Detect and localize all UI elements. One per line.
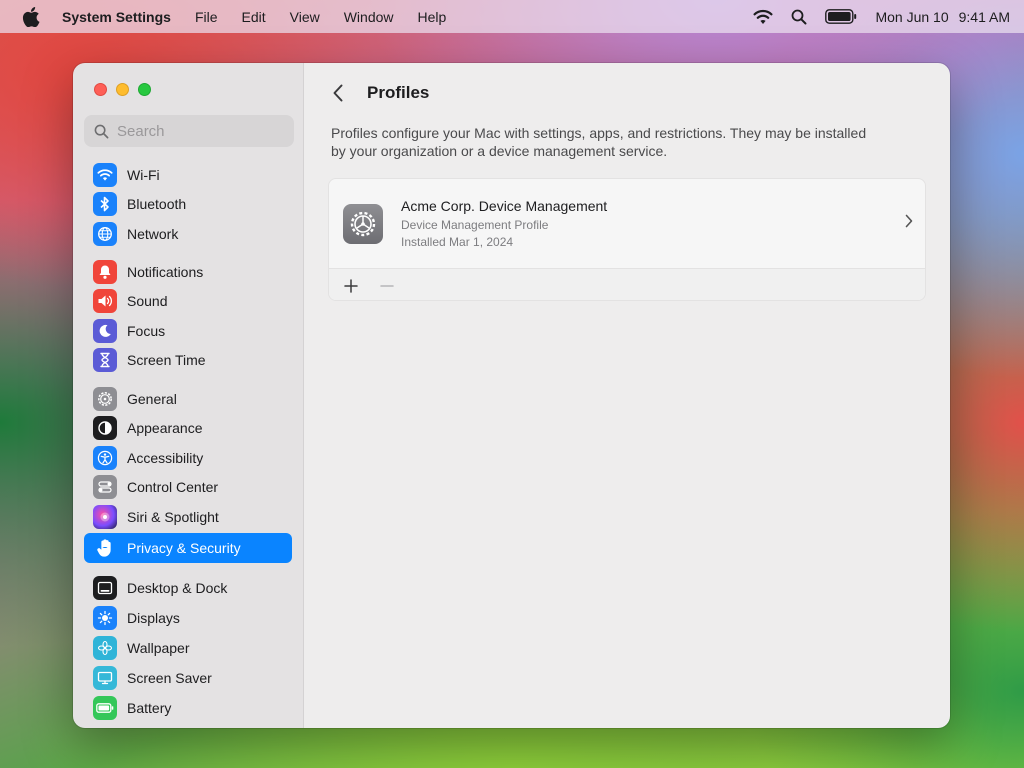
page-title: Profiles: [367, 83, 430, 102]
moon-icon: [93, 319, 117, 343]
search-field[interactable]: [84, 115, 294, 147]
menu-file[interactable]: File: [195, 9, 218, 25]
profiles-list: Acme Corp. Device Management Device Mana…: [328, 178, 926, 301]
toggles-icon: [93, 475, 117, 499]
sidebar-item-notifications[interactable]: Notifications: [84, 257, 292, 287]
sidebar-item-label: Wi-Fi: [127, 167, 160, 183]
chevron-right-icon: [905, 214, 913, 228]
search-input[interactable]: [117, 122, 277, 140]
bell-icon: [93, 260, 117, 284]
chevron-left-icon: [333, 84, 343, 102]
wifi-icon: [93, 163, 117, 187]
sidebar-item-appearance[interactable]: Appearance: [84, 413, 292, 443]
back-button[interactable]: [326, 81, 350, 105]
sidebar-item-wifi[interactable]: Wi-Fi: [84, 160, 292, 190]
sidebar-item-label: Screen Saver: [127, 670, 212, 686]
dock-icon: [93, 576, 117, 600]
profile-installed-date: Installed Mar 1, 2024: [401, 235, 514, 249]
search-icon: [94, 124, 109, 138]
profiles-toolbar: [329, 268, 925, 300]
sidebar-item-label: Siri & Spotlight: [127, 509, 219, 525]
apple-logo-icon[interactable]: [22, 6, 40, 27]
sidebar-item-bluetooth[interactable]: Bluetooth: [84, 189, 292, 219]
sidebar-item-screen-saver[interactable]: Screen Saver: [84, 663, 292, 693]
menu-help[interactable]: Help: [418, 9, 447, 25]
menubar-time[interactable]: 9:41 AM: [959, 9, 1010, 25]
sidebar-item-label: Sound: [127, 293, 168, 309]
page-description: Profiles configure your Mac with setting…: [331, 125, 867, 159]
wifi-status-icon[interactable]: [753, 9, 773, 25]
battery-status-icon[interactable]: [825, 9, 857, 24]
sidebar-item-label: Screen Time: [127, 352, 206, 368]
sidebar-item-label: Notifications: [127, 264, 204, 280]
sidebar-item-privacy-security[interactable]: Privacy & Security: [84, 533, 292, 563]
window-controls: [94, 83, 151, 96]
sidebar-item-label: Wallpaper: [127, 640, 190, 656]
menu-view[interactable]: View: [290, 9, 320, 25]
sidebar-item-screen-time[interactable]: Screen Time: [84, 345, 292, 375]
sidebar-item-sound[interactable]: Sound: [84, 286, 292, 316]
content-pane: Profiles Profiles configure your Mac wit…: [304, 63, 950, 728]
sidebar-item-siri-spotlight[interactable]: Siri & Spotlight: [84, 502, 292, 532]
gear-icon: [93, 387, 117, 411]
profile-row[interactable]: Acme Corp. Device Management Device Mana…: [329, 179, 925, 268]
menu-window[interactable]: Window: [344, 9, 394, 25]
settings-window: Wi-Fi Bluetooth Network Notifications: [73, 63, 950, 728]
sidebar-item-network[interactable]: Network: [84, 219, 292, 249]
sidebar-item-control-center[interactable]: Control Center: [84, 472, 292, 502]
plus-icon: [344, 278, 358, 293]
hand-icon: [93, 536, 117, 560]
zoom-button[interactable]: [138, 83, 151, 96]
profile-type: Device Management Profile: [401, 218, 549, 232]
minus-icon: [380, 284, 394, 287]
sidebar-item-label: Accessibility: [127, 450, 204, 466]
profile-name: Acme Corp. Device Management: [401, 198, 608, 214]
sidebar-item-battery[interactable]: Battery: [84, 693, 292, 723]
speaker-icon: [93, 289, 117, 313]
sidebar-item-label: Control Center: [127, 479, 219, 495]
sidebar-item-label: Bluetooth: [127, 196, 187, 212]
sidebar-item-displays[interactable]: Displays: [84, 603, 292, 633]
add-profile-button[interactable]: [339, 274, 363, 298]
sun-icon: [93, 606, 117, 630]
sidebar-item-wallpaper[interactable]: Wallpaper: [84, 633, 292, 663]
sidebar: Wi-Fi Bluetooth Network Notifications: [73, 63, 304, 728]
bluetooth-icon: [93, 192, 117, 216]
hourglass-icon: [93, 348, 117, 372]
sidebar-item-label: Desktop & Dock: [127, 580, 228, 596]
sidebar-item-label: Battery: [127, 700, 172, 716]
sidebar-item-label: Displays: [127, 610, 180, 626]
globe-icon: [93, 222, 117, 246]
menu-bar: System Settings File Edit View Window He…: [0, 0, 1024, 33]
menu-edit[interactable]: Edit: [242, 9, 266, 25]
sidebar-item-label: Network: [127, 226, 179, 242]
sidebar-item-general[interactable]: General: [84, 384, 292, 414]
appearance-icon: [93, 416, 117, 440]
accessibility-icon: [93, 446, 117, 470]
battery-icon: [93, 696, 117, 720]
sidebar-item-accessibility[interactable]: Accessibility: [84, 443, 292, 473]
flower-icon: [93, 636, 117, 660]
sidebar-item-label: Appearance: [127, 420, 203, 436]
menubar-date[interactable]: Mon Jun 10: [875, 9, 948, 25]
sidebar-item-label: Focus: [127, 323, 166, 339]
menu-app-name[interactable]: System Settings: [62, 9, 171, 25]
profile-info: Acme Corp. Device Management Device Mana…: [401, 198, 607, 249]
monitor-icon: [93, 666, 117, 690]
siri-icon: [93, 505, 117, 529]
minimize-button[interactable]: [116, 83, 129, 96]
sidebar-item-focus[interactable]: Focus: [84, 316, 292, 346]
profile-gear-icon: [343, 203, 383, 244]
sidebar-item-desktop-dock[interactable]: Desktop & Dock: [84, 573, 292, 603]
sidebar-item-label: Privacy & Security: [127, 540, 241, 556]
sidebar-item-label: General: [127, 391, 177, 407]
spotlight-search-icon[interactable]: [791, 9, 807, 25]
remove-profile-button[interactable]: [375, 274, 399, 298]
close-button[interactable]: [94, 83, 107, 96]
